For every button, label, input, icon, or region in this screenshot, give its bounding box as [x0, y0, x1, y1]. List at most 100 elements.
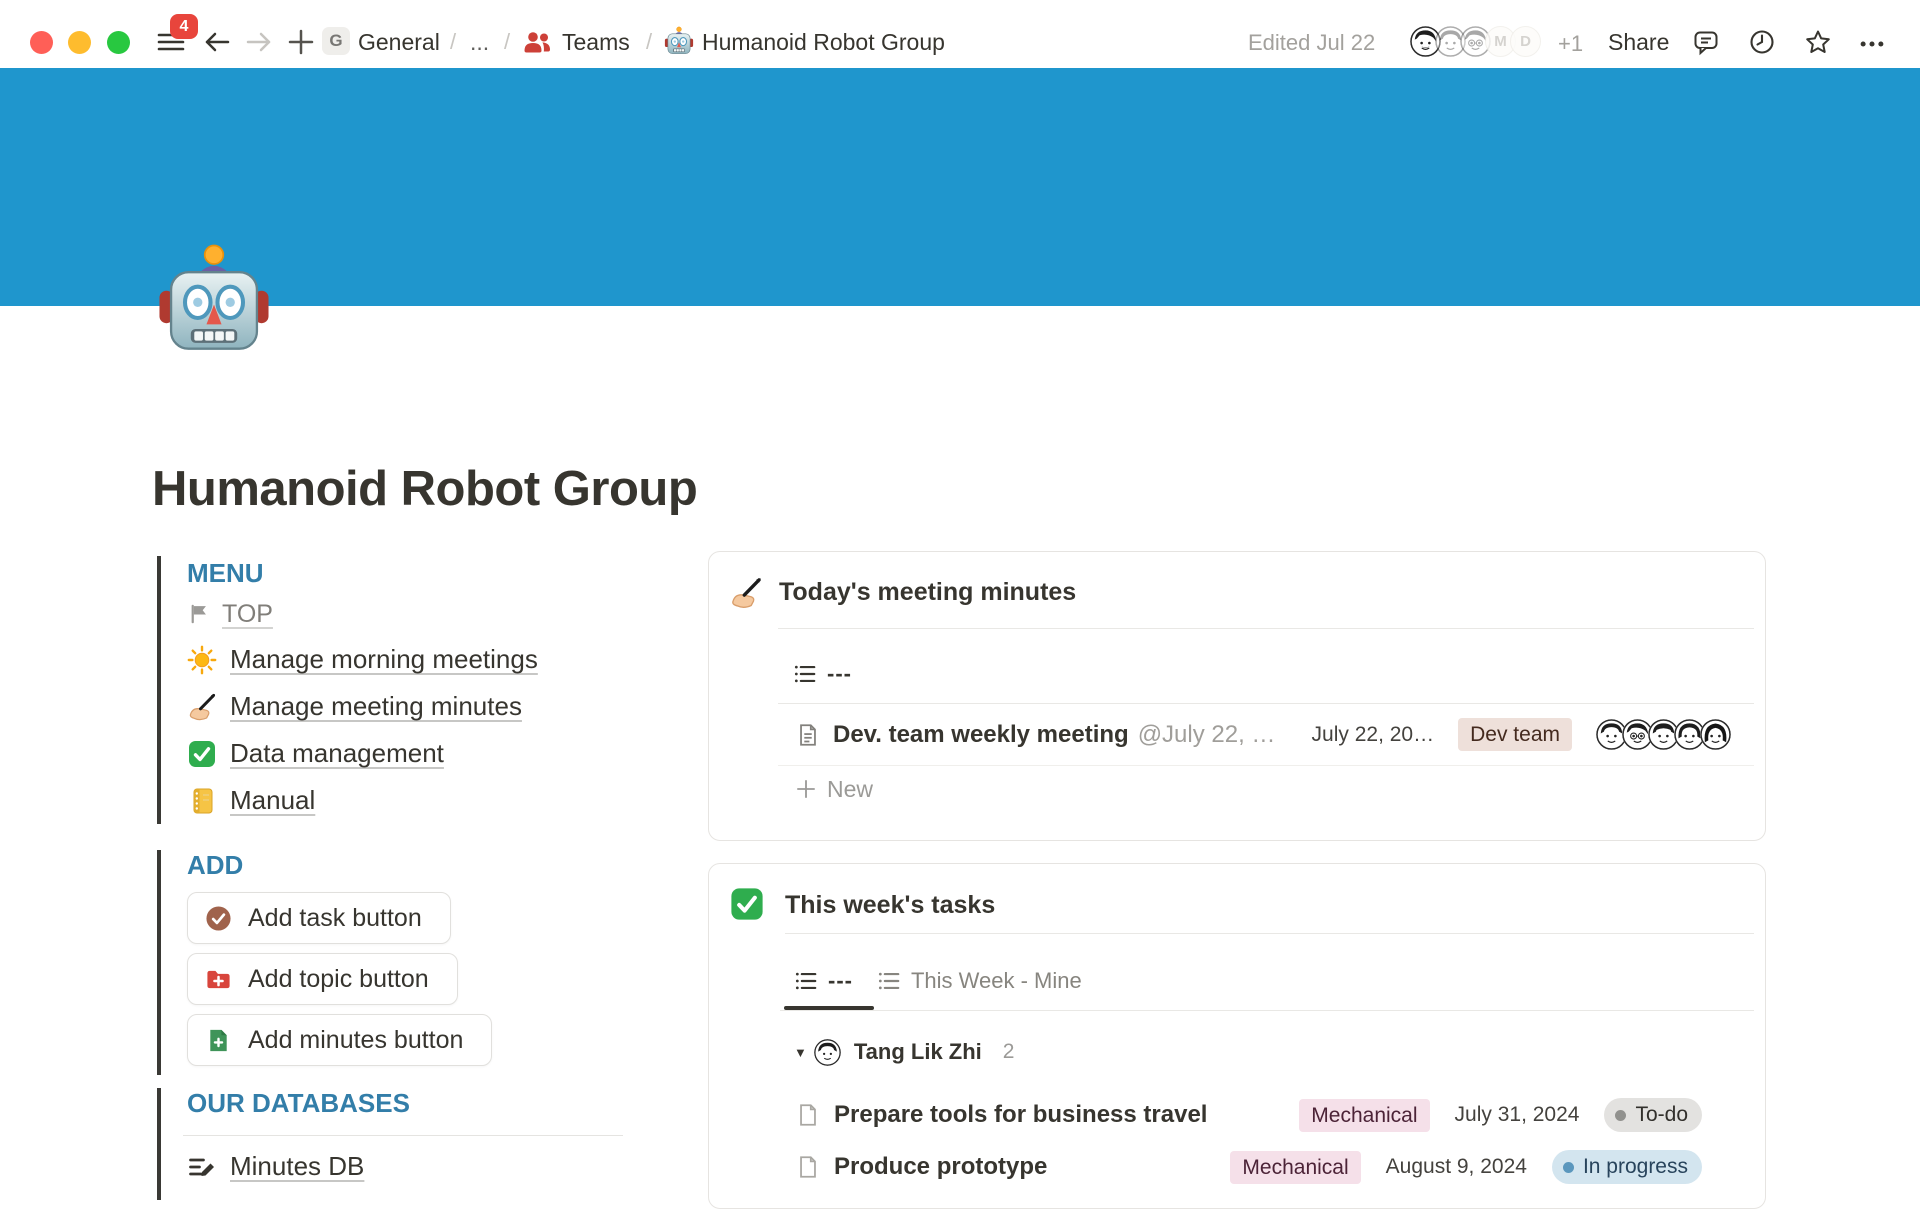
check-icon: [729, 886, 765, 922]
avatar-initial[interactable]: D: [1510, 26, 1541, 57]
avatar: [1700, 719, 1731, 750]
flag-icon: [187, 602, 211, 626]
team-tag: Dev team: [1458, 718, 1572, 751]
meeting-title[interactable]: Dev. team weekly meeting@July 22, …: [833, 721, 1288, 749]
window-close-button[interactable]: [30, 31, 53, 54]
attendee-avatars: [1596, 719, 1731, 750]
menu-link-manual[interactable]: Manual: [187, 777, 627, 824]
back-arrow-icon[interactable]: [202, 27, 232, 57]
edited-timestamp: Edited Jul 22: [1248, 30, 1375, 56]
list-view-icon: [877, 969, 901, 993]
toolbar: 4 G General / ... / Teams / Humanoid Rob…: [0, 0, 1920, 68]
status-dot: [1615, 1110, 1626, 1121]
category-tag: Mechanical: [1299, 1099, 1429, 1132]
writing-hand-icon: [187, 692, 217, 722]
ledger-icon: [187, 786, 217, 816]
task-title[interactable]: Produce prototype: [834, 1153, 1205, 1181]
list-view-icon: [794, 969, 818, 993]
robot-page-icon: [664, 26, 694, 56]
folder-plus-icon: [205, 966, 232, 993]
share-button[interactable]: Share: [1608, 29, 1669, 56]
robot-page-icon-large[interactable]: [156, 242, 272, 358]
view-tab-this-week-mine[interactable]: This Week - Mine: [877, 968, 1082, 994]
databases-heading: OUR DATABASES: [187, 1088, 627, 1118]
notification-badge: 4: [170, 14, 198, 39]
task-row[interactable]: Produce prototype Mechanical August 9, 2…: [778, 1142, 1754, 1192]
workspace-badge[interactable]: G: [322, 27, 350, 55]
task-title[interactable]: Prepare tools for business travel: [834, 1101, 1274, 1129]
view-tab-default[interactable]: ---: [794, 968, 853, 994]
collapse-caret-icon[interactable]: ▼: [794, 1045, 807, 1060]
menu-link-morning-meetings[interactable]: Manage morning meetings: [187, 636, 627, 683]
meeting-card-title: Today's meeting minutes: [779, 578, 1076, 607]
divider: [785, 933, 1754, 934]
meeting-minutes-card: Today's meeting minutes --- Dev. team we…: [708, 551, 1766, 841]
status-badge: In progress: [1552, 1150, 1702, 1184]
add-section: ADD Add task button Add topic button Add…: [157, 850, 627, 1075]
favorite-star-icon[interactable]: [1804, 28, 1832, 56]
view-tab-default[interactable]: ---: [793, 661, 852, 687]
menu-section: MENU TOP Manage morning meetings Manage …: [157, 556, 627, 824]
meeting-date: July 22, 20…: [1312, 723, 1435, 747]
tasks-card-title: This week's tasks: [785, 891, 995, 920]
databases-section: OUR DATABASES Minutes DB: [157, 1088, 627, 1200]
avatar-overflow-count[interactable]: +1: [1558, 31, 1583, 57]
view-tabs: --- This Week - Mine: [794, 968, 1082, 994]
database-link-minutes-db[interactable]: Minutes DB: [187, 1151, 627, 1182]
status-badge: To-do: [1604, 1098, 1702, 1132]
task-date: August 9, 2024: [1386, 1155, 1527, 1179]
task-row[interactable]: Prepare tools for business travel Mechan…: [778, 1090, 1754, 1140]
breadcrumb-separator: /: [646, 29, 652, 55]
weekly-tasks-card: This week's tasks --- This Week - Mine ▼…: [708, 863, 1766, 1209]
divider: [778, 628, 1754, 629]
forward-arrow-icon[interactable]: [244, 27, 274, 57]
window-minimize-button[interactable]: [68, 31, 91, 54]
menu-link-data-management[interactable]: Data management: [187, 730, 627, 777]
avatar: [814, 1039, 841, 1066]
new-row-button[interactable]: New: [778, 766, 1754, 812]
breadcrumb-teams[interactable]: Teams: [562, 29, 630, 55]
menu-link-meeting-minutes[interactable]: Manage meeting minutes: [187, 683, 627, 730]
presence-avatar-stack: M D: [1410, 26, 1541, 57]
task-date: July 31, 2024: [1455, 1103, 1580, 1127]
breadcrumb-separator: /: [450, 29, 456, 55]
status-dot: [1563, 1162, 1574, 1173]
notion-window: { "toolbar": { "sidebar_badge": "4", "se…: [0, 0, 1920, 1200]
breadcrumb-collapsed[interactable]: ...: [470, 29, 489, 55]
date-mention: @July 22, …: [1138, 721, 1276, 748]
document-plus-icon: [205, 1027, 232, 1054]
menu-link-top[interactable]: TOP: [187, 600, 627, 628]
breadcrumb-current-page[interactable]: Humanoid Robot Group: [702, 29, 945, 55]
divider: [183, 1135, 623, 1136]
meeting-row[interactable]: Dev. team weekly meeting@July 22, … July…: [778, 704, 1754, 766]
menu-heading: MENU: [187, 558, 627, 588]
teams-icon: [522, 27, 552, 57]
more-options-icon[interactable]: [1858, 30, 1886, 58]
group-header-row: ▼ Tang Lik Zhi 2: [778, 1032, 1754, 1072]
add-heading: ADD: [187, 850, 627, 880]
add-minutes-button[interactable]: Add minutes button: [187, 1014, 492, 1066]
database-compose-icon: [187, 1152, 217, 1182]
breadcrumb-separator: /: [504, 29, 510, 55]
breadcrumb-general[interactable]: General: [358, 29, 440, 55]
comments-icon[interactable]: [1692, 28, 1720, 56]
task-check-icon: [205, 905, 232, 932]
group-person-name: Tang Lik Zhi: [854, 1039, 982, 1065]
list-view-icon: [793, 662, 817, 686]
add-task-button[interactable]: Add task button: [187, 892, 451, 944]
check-icon: [187, 739, 217, 769]
history-icon[interactable]: [1748, 28, 1776, 56]
page-icon: [795, 722, 821, 748]
group-count: 2: [1003, 1040, 1015, 1064]
divider: [780, 1010, 1754, 1011]
page-cover: [0, 68, 1920, 306]
page-title[interactable]: Humanoid Robot Group: [152, 461, 697, 517]
window-zoom-button[interactable]: [107, 31, 130, 54]
new-tab-icon[interactable]: [286, 27, 316, 57]
add-topic-button[interactable]: Add topic button: [187, 953, 458, 1005]
page-icon: [795, 1102, 821, 1128]
page-icon: [795, 1154, 821, 1180]
plus-icon: [795, 778, 817, 800]
writing-hand-icon: [729, 576, 763, 610]
sun-icon: [187, 645, 217, 675]
